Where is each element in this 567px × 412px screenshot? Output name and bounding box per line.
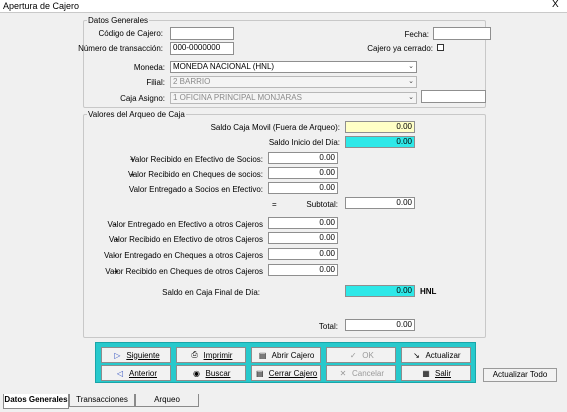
valores-arqueo-legend: Valores del Arqueo de Caja — [88, 110, 185, 119]
subtotal-label: Subtotal: — [306, 200, 338, 209]
close-icon[interactable]: X — [552, 0, 559, 10]
cancelar-label: Cancelar — [351, 368, 384, 378]
entregado-ch-otros-label: Valor Entregado en Cheques a otros Cajer… — [103, 251, 263, 260]
ok-label: OK — [362, 350, 374, 360]
check-icon: ✓ — [349, 350, 357, 360]
tab-bar: Datos Generales Transacciones Arqueo — [0, 394, 567, 412]
salir-button[interactable]: ▦ Salir — [401, 365, 471, 381]
entregado-ef-otros-label: Valor Entregado en Efectivo a otros Caje… — [107, 220, 264, 229]
ok-button[interactable]: ✓ OK — [326, 347, 396, 363]
anterior-button[interactable]: ◁ Anterior — [101, 365, 171, 381]
caja-asigno-value: 1 OFICINA PRINCIPAL MONJARAS — [173, 93, 302, 102]
total-value[interactable]: 0.00 — [345, 319, 415, 331]
buscar-button[interactable]: ◉ Buscar — [176, 365, 246, 381]
refresh-icon: ↘ — [413, 350, 420, 360]
cajero-cerrado-checkbox[interactable] — [437, 44, 444, 51]
saldo-final-value[interactable]: 0.00 — [345, 285, 415, 297]
filial-select[interactable]: 2 BARRIO ⌄ — [170, 76, 417, 88]
tab-arqueo[interactable]: Arqueo — [135, 394, 199, 407]
cancelar-button[interactable]: ✕ Cancelar — [326, 365, 396, 381]
tab-transacciones[interactable]: Transacciones — [69, 394, 135, 407]
saldo-inicio-label: Saldo Inicio del Día: — [268, 138, 340, 147]
chevron-down-icon[interactable]: ⌄ — [406, 93, 416, 103]
entregado-ef-otros-value[interactable]: 0.00 — [268, 217, 338, 229]
title-bar: Apertura de Cajero X — [0, 0, 567, 12]
actualizar-button[interactable]: ↘ Actualizar — [401, 347, 471, 363]
exit-door-icon: ▦ — [422, 368, 430, 378]
cajero-cerrado-label: Cajero ya cerrado: — [367, 44, 433, 53]
salir-label: Salir — [434, 368, 451, 378]
siguiente-label: Siguiente — [126, 350, 160, 360]
recibido-cheques-value[interactable]: 0.00 — [268, 167, 338, 179]
saldo-final-label: Saldo en Caja Final de Día: — [162, 288, 260, 297]
entregado-socios-label: Valor Entregado a Socios en Efectivo: — [128, 185, 263, 194]
subtotal-value[interactable]: 0.00 — [345, 197, 415, 209]
chevron-down-icon[interactable]: ⌄ — [406, 62, 416, 72]
abrir-cajero-label: Abrir Cajero — [271, 350, 315, 360]
recibido-ch-otros-label: Valor Recibido en Cheques de otros Cajer… — [105, 267, 263, 276]
binoculars-icon: ◉ — [193, 368, 201, 378]
cerrar-cajero-button[interactable]: ▤ Cerrar Cajero — [251, 365, 321, 381]
previous-arrow-icon: ◁ — [116, 368, 124, 378]
filial-value: 2 BARRIO — [173, 77, 211, 86]
chevron-down-icon[interactable]: ⌄ — [406, 77, 416, 87]
buscar-label: Buscar — [205, 368, 231, 378]
open-drawer-icon: ▤ — [258, 350, 267, 360]
actualizar-todo-button[interactable]: Actualizar Todo — [483, 368, 557, 382]
codigo-cajero-input[interactable] — [170, 27, 234, 40]
moneda-select[interactable]: MONEDA NACIONAL (HNL) ⌄ — [170, 61, 417, 73]
next-arrow-icon: ▷ — [114, 350, 121, 360]
entregado-ch-otros-value[interactable]: 0.00 — [268, 248, 338, 260]
imprimir-label: Imprimir — [203, 350, 233, 360]
anterior-label: Anterior — [128, 368, 157, 378]
saldo-caja-movil-label: Saldo Caja Movil (Fuera de Arqueo): — [210, 123, 340, 132]
filial-label: Filial: — [146, 78, 165, 87]
entregado-socios-value[interactable]: 0.00 — [268, 182, 338, 194]
saldo-inicio-value[interactable]: 0.00 — [345, 136, 415, 148]
saldo-caja-movil-value[interactable]: 0.00 — [345, 121, 415, 133]
subtotal-sign: = — [272, 200, 277, 209]
action-toolbar: ▷ Siguiente ⎙ Imprimir ▤ Abrir Cajero ✓ … — [95, 342, 476, 383]
moneda-label: Moneda: — [133, 63, 165, 72]
recibido-efectivo-label: Valor Recibido en Efectivo de Socios: — [130, 155, 263, 164]
datos-generales-legend: Datos Generales — [88, 16, 149, 25]
recibido-ef-otros-value[interactable]: 0.00 — [268, 232, 338, 244]
fecha-label: Fecha: — [404, 30, 429, 39]
caja-asigno-extra-field[interactable] — [421, 90, 486, 103]
fecha-input[interactable] — [433, 27, 491, 40]
moneda-value: MONEDA NACIONAL (HNL) — [173, 62, 275, 71]
caja-asigno-label: Caja Asigno: — [120, 94, 165, 103]
recibido-efectivo-value[interactable]: 0.00 — [268, 152, 338, 164]
x-icon: ✕ — [339, 368, 347, 378]
numero-transaccion-label: Número de transacción: — [78, 44, 163, 53]
imprimir-button[interactable]: ⎙ Imprimir — [176, 347, 246, 363]
close-drawer-icon: ▤ — [255, 368, 264, 378]
recibido-cheques-label: Valor Recibido en Cheques de socios: — [127, 170, 263, 179]
codigo-cajero-label: Código de Cajero: — [98, 29, 163, 38]
recibido-ch-otros-value[interactable]: 0.00 — [268, 264, 338, 276]
actualizar-label: Actualizar — [425, 350, 461, 360]
abrir-cajero-button[interactable]: ▤ Abrir Cajero — [251, 347, 321, 363]
saldo-final-currency: HNL — [420, 287, 437, 296]
caja-asigno-select[interactable]: 1 OFICINA PRINCIPAL MONJARAS ⌄ — [170, 92, 417, 104]
tab-datos-generales[interactable]: Datos Generales — [3, 394, 69, 409]
cerrar-cajero-label: Cerrar Cajero — [268, 368, 318, 378]
recibido-ef-otros-label: Valor Recibido en Efectivo de otros Caje… — [108, 235, 263, 244]
window-title: Apertura de Cajero — [3, 1, 80, 11]
total-label: Total: — [318, 322, 338, 331]
siguiente-button[interactable]: ▷ Siguiente — [101, 347, 171, 363]
printer-icon: ⎙ — [191, 350, 198, 359]
numero-transaccion-field[interactable]: 000-0000000 — [170, 42, 234, 55]
